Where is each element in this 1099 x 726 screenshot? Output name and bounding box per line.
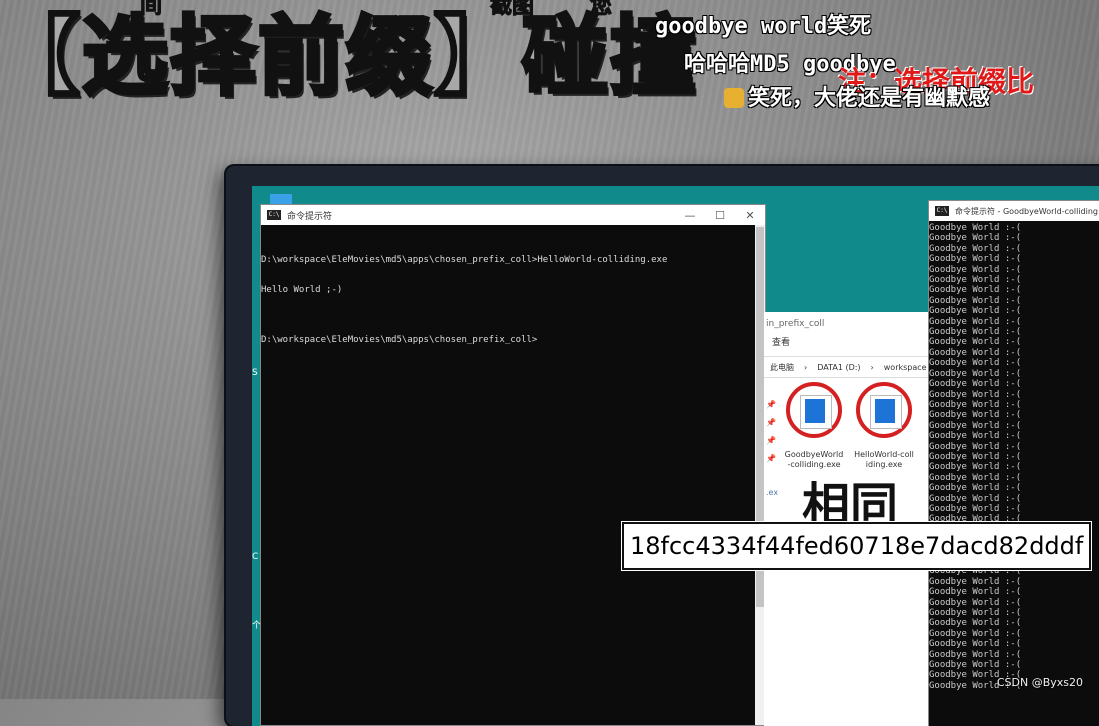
cmd-line: D:\workspace\EleMovies\md5\apps\chosen_p… <box>261 255 668 265</box>
cmd-line: Goodbye World :-( <box>929 660 1022 671</box>
cmd-line: D:\workspace\EleMovies\md5\apps\chosen_p… <box>261 335 538 345</box>
cmd-line: Goodbye World :-( <box>929 628 1022 639</box>
cmd-icon: C:\ <box>267 210 281 220</box>
cmd-line: Goodbye World :-( <box>929 462 1022 473</box>
cmd-line: Goodbye World :-( <box>929 285 1022 296</box>
cmd-line: Goodbye World :-( <box>929 264 1022 275</box>
cmd-line: Goodbye World :-( <box>929 420 1022 431</box>
cmd-line: Goodbye World :-( <box>929 639 1022 650</box>
cmd-window-right[interactable]: C:\ 命令提示符 - GoodbyeWorld-colliding.exe G… <box>928 200 1099 726</box>
cmd-line: Goodbye World :-( <box>929 389 1022 400</box>
cmd-line: Goodbye World :-( <box>929 358 1022 369</box>
cmd-line: Goodbye World :-( <box>929 347 1022 358</box>
cmd-line: Goodbye World :-( <box>929 431 1022 442</box>
cmd-line: Goodbye World :-( <box>929 379 1022 390</box>
exe-file-icon[interactable] <box>856 382 912 438</box>
cmd-title-left: 命令提示符 <box>287 211 333 222</box>
thumbs-up-icon <box>724 88 744 108</box>
cmd-line: Goodbye World :-( <box>929 399 1022 410</box>
cmd-line: Goodbye World :-( <box>929 233 1022 244</box>
cmd-output-left[interactable]: D:\workspace\EleMovies\md5\apps\chosen_p… <box>261 225 765 365</box>
danmaku-comment-3-text: 笑死，大佬还是有幽默感 <box>748 86 991 111</box>
cmd-line: Goodbye World :-( <box>929 503 1022 514</box>
cmd-line: Goodbye World :-( <box>929 608 1022 619</box>
address-separator: › <box>870 362 874 372</box>
cmd-line: Goodbye World :-( <box>929 483 1022 494</box>
cmd-line: Goodbye World :-( <box>929 649 1022 660</box>
cmd-line: Goodbye World :-( <box>929 337 1022 348</box>
address-segment[interactable]: 此电脑 <box>770 362 794 373</box>
cmd-line: Goodbye World :-( <box>929 327 1022 338</box>
pin-icon: 📌 <box>766 454 776 463</box>
desktop-screen: S C 个 C:\ 命令提示符 — ☐ ✕ D:\workspace\EleMo… <box>252 186 1099 726</box>
pin-icon: 📌 <box>766 400 776 409</box>
cmd-line: Goodbye World :-( <box>929 472 1022 483</box>
explorer-address-bar[interactable]: 此电脑 › DATA1 (D:) › workspace › <box>764 356 940 378</box>
md5-hash-box: 18fcc4334f44fed60718e7dacd82dddf <box>622 522 1092 570</box>
desktop-edge-letter-1: S <box>252 368 258 378</box>
cmd-output-right[interactable]: Goodbye World :-(Goodbye World :-(Goodby… <box>929 221 1099 691</box>
cmd-line: Goodbye World :-( <box>929 254 1022 265</box>
cmd-titlebar-left[interactable]: C:\ 命令提示符 — ☐ ✕ <box>261 205 765 225</box>
cmd-line: Goodbye World :-( <box>929 275 1022 286</box>
explorer-title: in_prefix_coll <box>766 319 825 329</box>
cmd-line: Goodbye World :-( <box>929 243 1022 254</box>
desktop-edge-letter-2: C <box>252 552 259 562</box>
headline-title: 【选择前缀】碰撞 <box>0 7 698 107</box>
cmd-line: Goodbye World :-( <box>929 618 1022 629</box>
cmd-line: Goodbye World :-( <box>929 587 1022 598</box>
pin-icon: 📌 <box>766 418 776 427</box>
watermark: CSDN @Byxs20 <box>996 676 1083 689</box>
cmd-line: Goodbye World :-( <box>929 223 1022 233</box>
danmaku-comment-1: goodbye world笑死 <box>655 14 872 39</box>
exe-file-icon[interactable] <box>786 382 842 438</box>
cmd-line: Goodbye World :-( <box>929 576 1022 587</box>
cmd-line: Goodbye World :-( <box>929 295 1022 306</box>
address-segment[interactable]: workspace <box>884 363 927 372</box>
cmd-line: Goodbye World :-( <box>929 316 1022 327</box>
cmd-line: Goodbye World :-( <box>929 368 1022 379</box>
cmd-icon: C:\ <box>935 206 949 216</box>
cmd-line: Goodbye World :-( <box>929 410 1022 421</box>
danmaku-comment-3: 笑死，大佬还是有幽默感 <box>724 80 990 112</box>
cmd-line: Hello World ;-) <box>261 285 343 295</box>
cmd-line: Goodbye World :-( <box>929 451 1022 462</box>
monitor: S C 个 C:\ 命令提示符 — ☐ ✕ D:\workspace\EleMo… <box>226 166 1099 726</box>
pin-icon: 📌 <box>766 436 776 445</box>
cmd-line: Goodbye World :-( <box>929 597 1022 608</box>
cmd-line: Goodbye World :-( <box>929 441 1022 452</box>
side-file-ext: .ex <box>766 488 779 497</box>
cmd-title-right: 命令提示符 - GoodbyeWorld-colliding.exe <box>955 206 1099 216</box>
cmd-line: Goodbye World :-( <box>929 493 1022 504</box>
close-button[interactable]: ✕ <box>735 209 765 222</box>
explorer-tab-view[interactable]: 查看 <box>764 329 930 348</box>
maximize-button[interactable]: ☐ <box>705 209 735 222</box>
minimize-button[interactable]: — <box>675 209 705 222</box>
cmd-window-left[interactable]: C:\ 命令提示符 — ☐ ✕ D:\workspace\EleMovies\m… <box>260 204 766 726</box>
cmd-line: Goodbye World :-( <box>929 306 1022 317</box>
address-separator: › <box>804 362 808 372</box>
address-segment[interactable]: DATA1 (D:) <box>817 363 860 372</box>
window-controls: — ☐ ✕ <box>675 209 765 222</box>
cmd-titlebar-right[interactable]: C:\ 命令提示符 - GoodbyeWorld-colliding.exe <box>929 201 1099 221</box>
